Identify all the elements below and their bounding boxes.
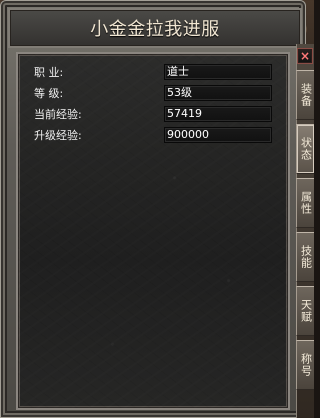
tab-talents[interactable]: 天赋	[296, 286, 314, 336]
tab-status[interactable]: 状态	[296, 124, 314, 174]
info-row-profession: 职 业: 道士	[34, 64, 274, 82]
game-scene: 小金金拉我进服 职 业: 道士 等 级: 53级 当前经验: 57419 升级经…	[0, 0, 314, 418]
profession-label: 职 业:	[34, 66, 64, 79]
level-value: 53级	[164, 85, 272, 101]
current-exp-value: 57419	[164, 106, 272, 122]
character-info-panel: 小金金拉我进服 职 业: 道士 等 级: 53级 当前经验: 57419 升级经…	[0, 0, 306, 418]
info-row-level-up-exp: 升级经验: 900000	[34, 127, 274, 145]
tab-skills[interactable]: 技能	[296, 232, 314, 282]
tab-attributes[interactable]: 属性	[296, 178, 314, 228]
close-button[interactable]: ×	[297, 48, 313, 64]
title-bar: 小金金拉我进服	[8, 8, 302, 48]
character-info-content: 职 业: 道士 等 级: 53级 当前经验: 57419 升级经验: 90000…	[16, 52, 290, 410]
info-row-level: 等 级: 53级	[34, 85, 274, 103]
info-row-current-exp: 当前经验: 57419	[34, 106, 274, 124]
level-label: 等 级:	[34, 87, 64, 100]
tab-equipment[interactable]: 装备	[296, 70, 314, 120]
profession-value: 道士	[164, 64, 272, 80]
current-exp-label: 当前经验:	[34, 108, 82, 121]
tab-titles[interactable]: 称号	[296, 340, 314, 390]
level-up-exp-label: 升级经验:	[34, 129, 82, 142]
window-title: 小金金拉我进服	[90, 19, 220, 40]
level-up-exp-value: 900000	[164, 127, 272, 143]
